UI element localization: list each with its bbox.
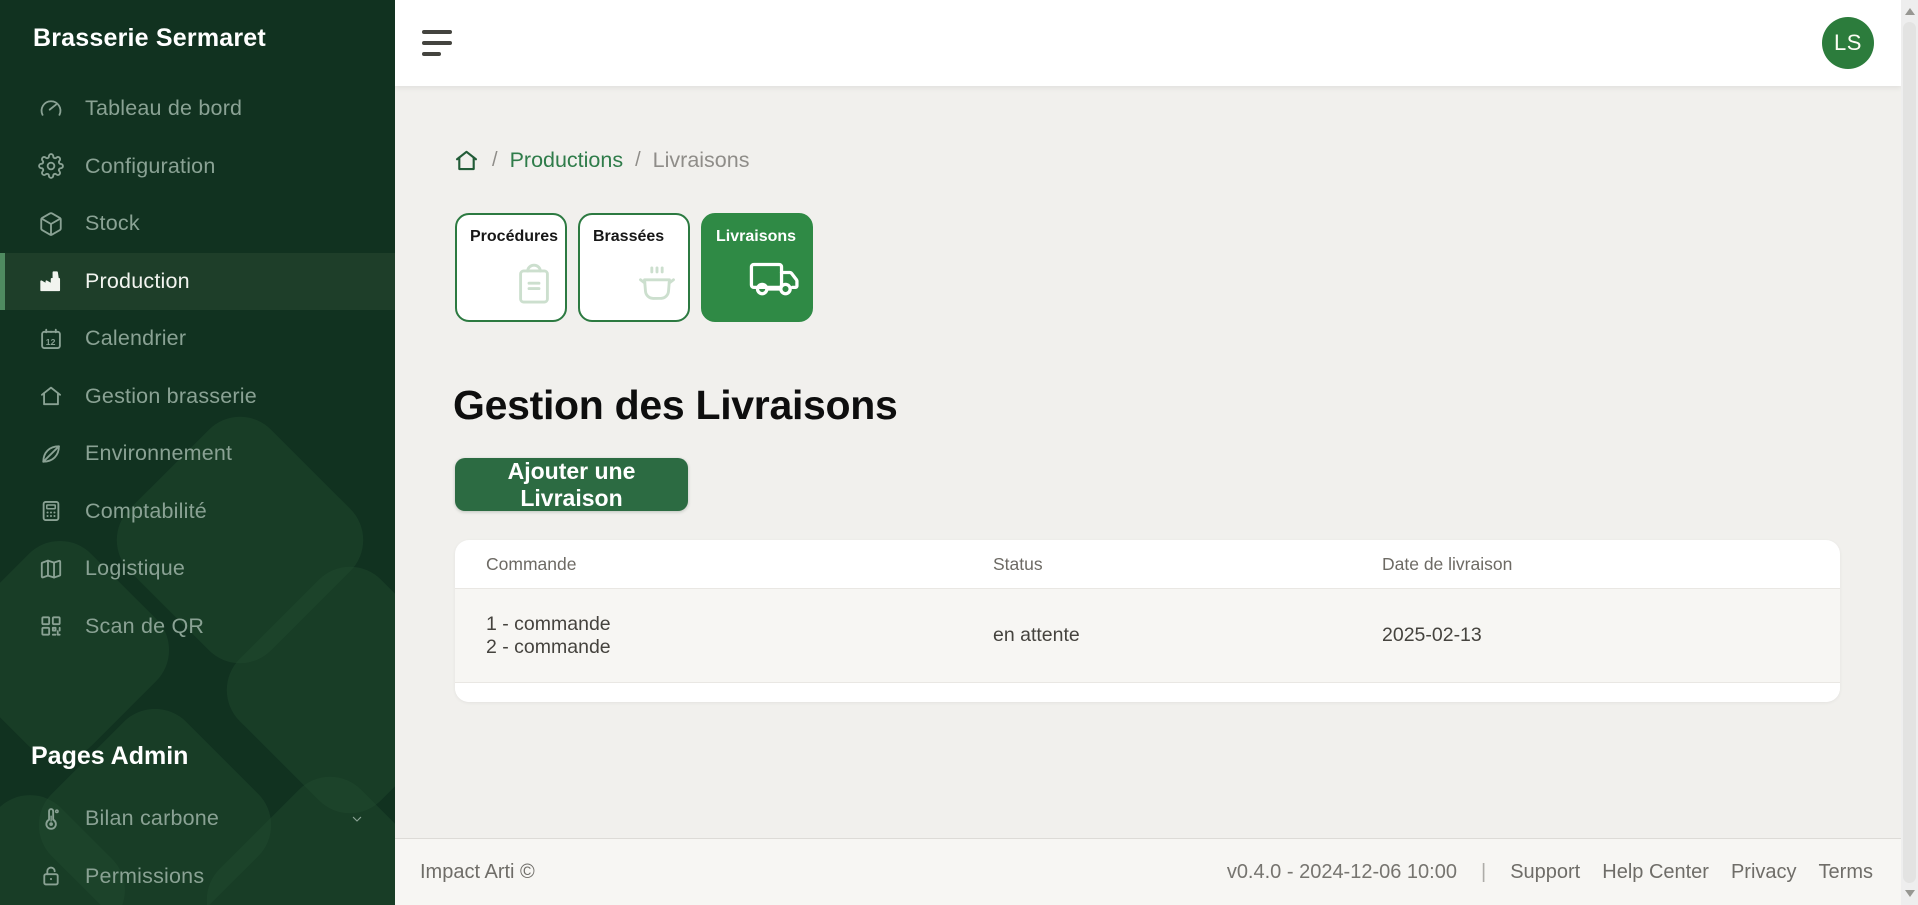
commande-line: 1 - commande (486, 613, 993, 636)
home-icon (37, 383, 64, 410)
add-livraison-button[interactable]: Ajouter une Livraison (455, 458, 688, 511)
topbar: LS (395, 0, 1901, 86)
app-title: Brasserie Sermaret (33, 24, 266, 53)
footer-version: v0.4.0 - 2024-12-06 10:00 (1227, 861, 1457, 884)
tab-label: Brassées (593, 228, 664, 246)
footer: Impact Arti © v0.4.0 - 2024-12-06 10:00 … (395, 838, 1901, 905)
calculator-icon (37, 498, 64, 525)
hamburger-menu-icon[interactable] (422, 30, 454, 56)
sidebar-item-production[interactable]: Production (0, 253, 395, 311)
cell-date: 2025-02-13 (1382, 624, 1840, 647)
column-header-status: Status (993, 554, 1382, 575)
page-title: Gestion des Livraisons (453, 382, 898, 429)
sidebar-item-label: Logistique (85, 556, 185, 581)
footer-link-support[interactable]: Support (1510, 861, 1580, 884)
column-header-commande: Commande (486, 554, 993, 575)
sidebar-item-label: Gestion brasserie (85, 384, 257, 409)
breadcrumb-separator: / (635, 149, 641, 172)
sidebar-item-label: Configuration (85, 154, 216, 179)
footer-link-help-center[interactable]: Help Center (1602, 861, 1709, 884)
sidebar-item-gestion-brasserie[interactable]: Gestion brasserie (0, 368, 395, 426)
package-icon (37, 210, 64, 237)
lock-icon (37, 863, 64, 890)
sidebar-item-label: Environnement (85, 441, 232, 466)
main-content: / Productions / Livraisons Procédures Br… (395, 86, 1901, 838)
leaf-icon (37, 440, 64, 467)
sidebar-item-tableau-de-bord[interactable]: Tableau de bord (0, 80, 395, 138)
sidebar-item-configuration[interactable]: Configuration (0, 138, 395, 196)
sidebar-item-scan-de-qr[interactable]: Scan de QR (0, 598, 395, 656)
sidebar-item-label: Tableau de bord (85, 96, 242, 121)
table-header-row: Commande Status Date de livraison (455, 540, 1840, 589)
home-icon[interactable] (453, 147, 480, 174)
sidebar-item-label: Stock (85, 211, 140, 236)
table-footer-strip (455, 683, 1840, 702)
truck-icon (747, 251, 803, 312)
qr-icon (37, 613, 64, 640)
thermometer-icon (37, 805, 64, 832)
sidebar-item-label: Production (85, 269, 190, 294)
sidebar-item-label: Scan de QR (85, 614, 204, 639)
footer-link-terms[interactable]: Terms (1819, 861, 1873, 884)
sidebar-nav: Tableau de bord Configuration Stock Prod… (0, 80, 395, 655)
table-row[interactable]: 1 - commande 2 - commande en attente 202… (455, 589, 1840, 683)
sidebar-item-calendrier[interactable]: 12 Calendrier (0, 310, 395, 368)
sidebar-item-stock[interactable]: Stock (0, 195, 395, 253)
breadcrumb: / Productions / Livraisons (453, 147, 749, 174)
breadcrumb-current-livraisons: Livraisons (653, 148, 750, 173)
chevron-down-icon[interactable] (349, 811, 365, 827)
gear-icon (37, 153, 64, 180)
tab-label: Livraisons (716, 228, 796, 246)
tab-cards: Procédures Brassées Livraisons (455, 213, 813, 322)
avatar[interactable]: LS (1822, 17, 1874, 69)
sidebar-item-logistique[interactable]: Logistique (0, 540, 395, 598)
calendar-icon: 12 (37, 325, 64, 352)
scroll-up-arrow[interactable] (1901, 3, 1918, 20)
sidebar: Brasserie Sermaret Tableau de bord Confi… (0, 0, 395, 905)
footer-links: v0.4.0 - 2024-12-06 10:00 | Support Help… (1227, 861, 1873, 884)
commande-line: 2 - commande (486, 636, 993, 659)
sidebar-item-environnement[interactable]: Environnement (0, 425, 395, 483)
sidebar-item-label: Permissions (85, 864, 204, 889)
factory-icon (37, 268, 64, 295)
sidebar-item-bilan-carbone[interactable]: Bilan carbone (0, 790, 395, 848)
livraisons-table: Commande Status Date de livraison 1 - co… (455, 540, 1840, 702)
sidebar-item-label: Bilan carbone (85, 806, 219, 831)
tab-livraisons[interactable]: Livraisons (701, 213, 813, 322)
scroll-down-arrow[interactable] (1901, 885, 1918, 902)
footer-link-privacy[interactable]: Privacy (1731, 861, 1797, 884)
brew-pot-icon (634, 261, 680, 312)
footer-divider: | (1479, 861, 1488, 884)
tab-brassees[interactable]: Brassées (578, 213, 690, 322)
footer-brand: Impact Arti © (420, 861, 535, 884)
column-header-date: Date de livraison (1382, 554, 1840, 575)
scrollbar[interactable] (1901, 0, 1918, 905)
clipboard-icon (511, 261, 557, 312)
scrollbar-thumb[interactable] (1903, 22, 1916, 883)
cell-commande: 1 - commande 2 - commande (486, 613, 993, 659)
sidebar-item-permissions[interactable]: Permissions (0, 848, 395, 905)
sidebar-item-comptabilite[interactable]: Comptabilité (0, 483, 395, 541)
breadcrumb-separator: / (492, 149, 498, 172)
tab-label: Procédures (470, 228, 558, 246)
cell-status: en attente (993, 624, 1382, 647)
map-icon (37, 555, 64, 582)
sidebar-item-label: Calendrier (85, 326, 186, 351)
sidebar-item-label: Comptabilité (85, 499, 207, 524)
sidebar-admin-nav: Bilan carbone Permissions (0, 790, 395, 905)
breadcrumb-link-productions[interactable]: Productions (510, 148, 624, 173)
gauge-icon (37, 95, 64, 122)
svg-text:12: 12 (45, 337, 55, 347)
sidebar-section-pages-admin: Pages Admin (31, 742, 188, 771)
tab-procedures[interactable]: Procédures (455, 213, 567, 322)
